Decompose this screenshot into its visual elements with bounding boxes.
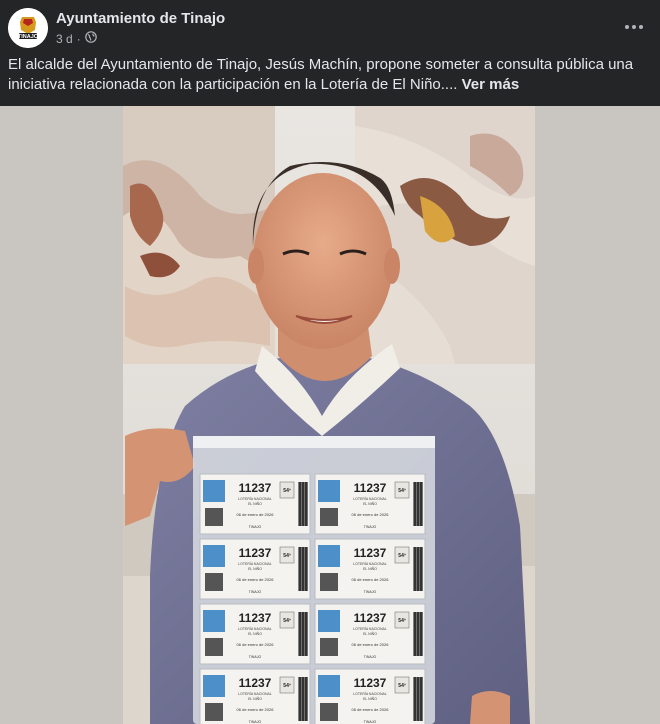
ticket-place: TINAJO xyxy=(364,525,377,529)
ticket-header: LOTERÍA NACIONAL xyxy=(238,497,272,501)
ticket-series: 54º xyxy=(398,488,406,494)
ticket-header: LOTERÍA NACIONAL xyxy=(238,692,272,696)
ticket-series: 54º xyxy=(398,553,406,559)
ticket-series: 54º xyxy=(283,488,291,494)
post-time[interactable]: 3 d xyxy=(56,32,73,46)
lottery-ticket: 11237 LOTERÍA NACIONALEL NIÑO 06 de enero … xyxy=(314,668,426,724)
ticket-sub: EL NIÑO xyxy=(248,696,262,701)
ticket-sub: EL NIÑO xyxy=(363,501,377,506)
ticket-header: LOTERÍA NACIONAL xyxy=(353,562,387,566)
lottery-ticket: 11237 LOTERÍA NACIONALEL NIÑO 06 de enero … xyxy=(314,603,426,665)
ellipsis-icon xyxy=(625,25,643,29)
lottery-ticket: 11237 LOTERÍA NACIONALEL NIÑO 06 de enero … xyxy=(314,473,426,535)
page-avatar[interactable]: TINAJO xyxy=(8,8,48,48)
ticket-header: LOTERÍA NACIONAL xyxy=(353,497,387,501)
meta-separator: · xyxy=(76,31,81,46)
ticket-sub: EL NIÑO xyxy=(363,696,377,701)
ticket-series: 54º xyxy=(283,553,291,559)
ticket-place: TINAJO xyxy=(364,655,377,659)
ticket-date: 06 de enero de 2026 xyxy=(237,577,275,582)
ticket-header: LOTERÍA NACIONAL xyxy=(353,627,387,631)
ticket-series: 54º xyxy=(283,683,291,689)
post-photo[interactable]: 11237 LOTERÍA NACIONAL EL NIÑO 06 de enero … xyxy=(0,106,660,724)
lottery-ticket: 11237 LOTERÍA NACIONALEL NIÑO 06 de enero … xyxy=(199,538,311,600)
ticket-place: TINAJO xyxy=(364,720,377,724)
ticket-place: TINAJO xyxy=(249,720,262,724)
ticket-series: 54º xyxy=(398,683,406,689)
ticket-place: TINAJO xyxy=(249,525,262,529)
lottery-ticket: 11237 LOTERÍA NACIONALEL NIÑO 06 de enero … xyxy=(199,603,311,665)
ticket-number: 11237 xyxy=(354,676,387,690)
ticket-number: 11237 xyxy=(354,546,387,560)
ticket-number: 11237 xyxy=(354,611,387,625)
ticket-place: TINAJO xyxy=(364,590,377,594)
post-header: TINAJO Ayuntamiento de Tinajo 3 d · xyxy=(0,0,660,56)
ticket-number: 11237 xyxy=(239,546,272,560)
post-meta: 3 d · xyxy=(56,31,97,46)
ticket-sub: EL NIÑO xyxy=(363,566,377,571)
ticket-place: TINAJO xyxy=(249,655,262,659)
ticket-date: 06 de enero de 2026 xyxy=(352,577,390,582)
ticket-sub: EL NIÑO xyxy=(248,566,262,571)
ticket-sub: EL NIÑO xyxy=(248,501,262,506)
ticket-number: 11237 xyxy=(354,481,387,495)
caption-text: El alcalde del Ayuntamiento de Tinajo, J… xyxy=(8,56,634,93)
ticket-sub: EL NIÑO xyxy=(363,631,377,636)
ticket-number: 11237 xyxy=(239,676,272,690)
post-caption: El alcalde del Ayuntamiento de Tinajo, J… xyxy=(8,55,652,95)
ticket-header: LOTERÍA NACIONAL xyxy=(238,562,272,566)
lottery-ticket: 11237 LOTERÍA NACIONALEL NIÑO 06 de enero … xyxy=(314,538,426,600)
photo-illustration: 11237LOTERÍA NACIONALEL NIÑO06 de enero … xyxy=(123,106,535,724)
ticket-series: 54º xyxy=(398,618,406,624)
ticket-date: 06 de enero de 2026 xyxy=(237,707,275,712)
lottery-ticket: 11237 LOTERÍA NACIONALEL NIÑO 06 de enero … xyxy=(199,668,311,724)
ticket-place: TINAJO xyxy=(249,590,262,594)
ticket-date: 06 de enero de 2026 xyxy=(352,512,390,517)
ticket-series: 54º xyxy=(283,618,291,624)
ticket-header: LOTERÍA NACIONAL xyxy=(238,627,272,631)
lottery-ticket: 11237 LOTERÍA NACIONALEL NIÑO 06 de enero … xyxy=(199,473,311,535)
more-options-button[interactable] xyxy=(622,15,646,39)
see-more-link[interactable]: Ver más xyxy=(462,76,520,93)
ticket-date: 06 de enero de 2026 xyxy=(352,707,390,712)
ticket-header: LOTERÍA NACIONAL xyxy=(353,692,387,696)
ticket-number: 11237 xyxy=(239,611,272,625)
ticket-number: 11237 xyxy=(239,481,272,495)
ticket-sub: EL NIÑO xyxy=(248,631,262,636)
page-name-link[interactable]: Ayuntamiento de Tinajo xyxy=(56,10,225,27)
ticket-date: 06 de enero de 2026 xyxy=(237,512,275,517)
globe-icon xyxy=(84,31,97,46)
ticket-date: 06 de enero de 2026 xyxy=(237,642,275,647)
ticket-date: 06 de enero de 2026 xyxy=(352,642,390,647)
avatar-text: TINAJO xyxy=(18,34,39,40)
